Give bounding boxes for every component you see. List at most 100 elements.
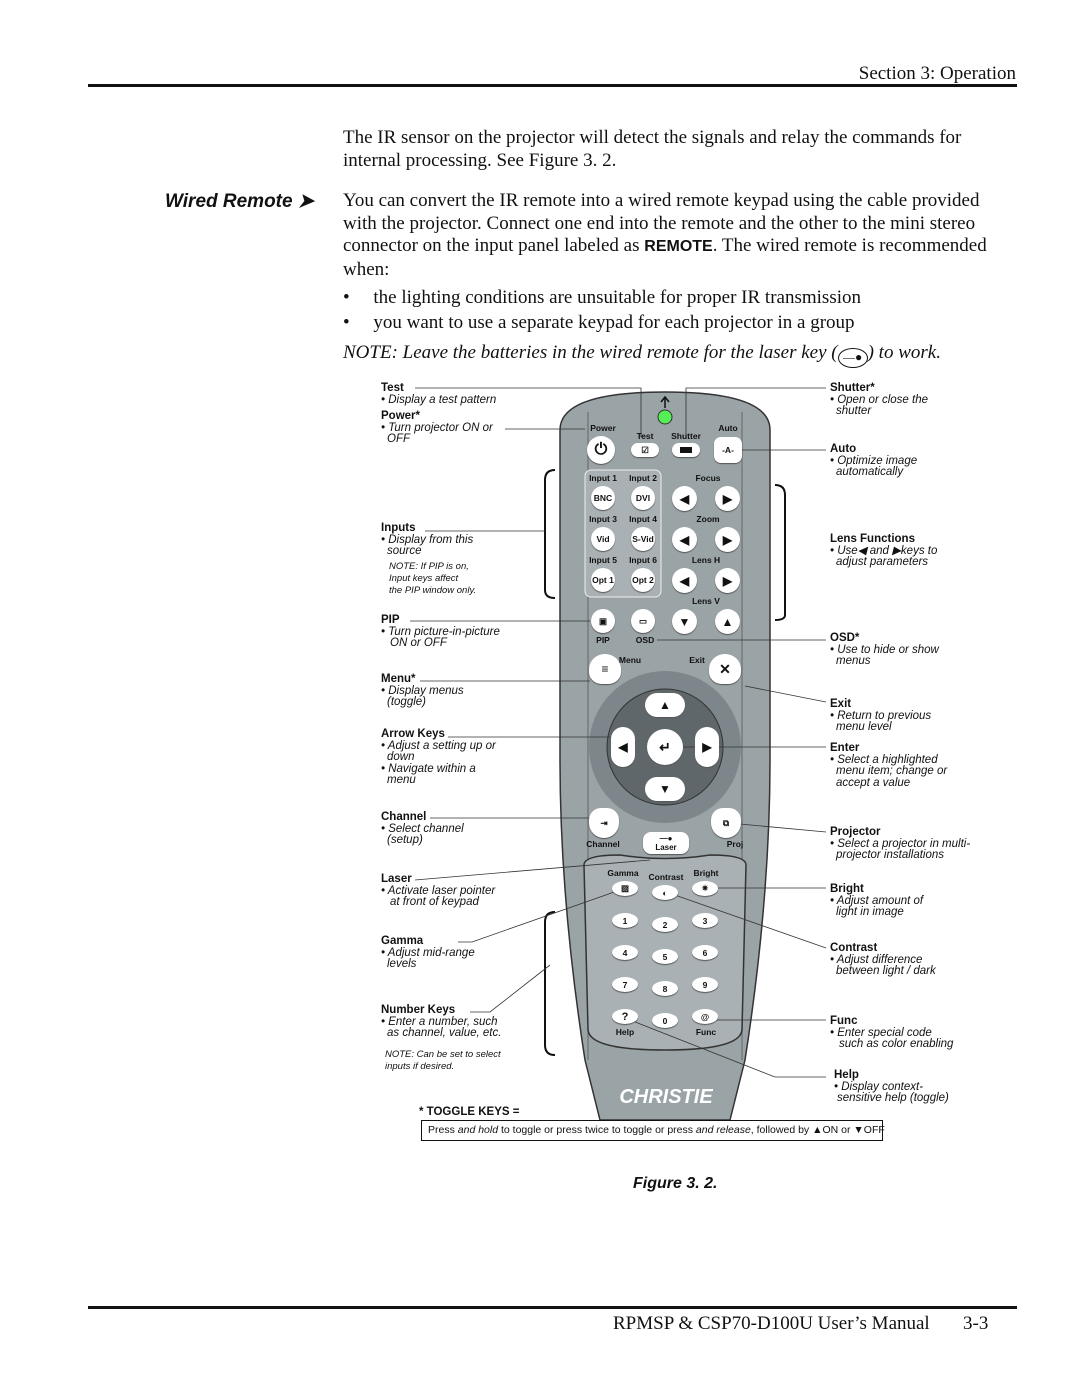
input2-label: Input 2 [629, 473, 657, 483]
test-pattern-icon: ☑ [641, 444, 649, 455]
arrow-up-button[interactable]: ▲ [645, 693, 685, 717]
page-number: 3-3 [963, 1313, 989, 1334]
focus-left-button[interactable]: ◀ [672, 486, 697, 511]
gamma-label: Gamma [607, 868, 639, 878]
shutter-icon [680, 447, 692, 453]
close-icon: ✕ [719, 660, 731, 677]
bright-button[interactable]: ✷ [692, 881, 718, 896]
digit-7-button[interactable]: 7 [612, 977, 638, 992]
christie-logo: CHRISTIE [619, 1086, 713, 1108]
digit-8-button[interactable]: 8 [652, 981, 678, 996]
arrow-left-button[interactable]: ◀ [611, 727, 635, 767]
digit-6-button[interactable]: 6 [692, 945, 718, 960]
shutter-label: Shutter [671, 431, 701, 441]
lensv-down-button[interactable]: ▼ [672, 609, 697, 634]
callout-menu: Menu* • Display menus (toggle) [381, 673, 464, 708]
svid-button[interactable]: S-Vid [631, 527, 655, 551]
callout-test: Test • Display a test pattern [381, 382, 497, 406]
callout-exit: Exit • Return to previous menu level [830, 698, 932, 733]
callout-power: Power* • Turn projector ON or OFF [381, 410, 493, 445]
gamma-icon: ▨ [620, 883, 630, 893]
zoom-label: Zoom [696, 514, 720, 524]
callout-shutter: Shutter* • Open or close the shutter [830, 382, 928, 417]
dvi-button[interactable]: DVI [631, 486, 655, 510]
help-label: Help [615, 1027, 635, 1037]
gamma-button[interactable]: ▨ [612, 881, 638, 896]
callout-pip: PIP • Turn picture-in-picture ON or OFF [381, 614, 500, 649]
callout-help: Help • Display context- sensitive help (t… [834, 1069, 949, 1104]
help-button[interactable]: ? [612, 1009, 638, 1024]
zoom-left-button[interactable]: ◀ [672, 527, 697, 552]
input4-label: Input 4 [629, 514, 657, 524]
callout-bright: Bright • Adjust amount of light in image [830, 883, 924, 918]
pip-button[interactable]: ▣ [591, 609, 615, 633]
auto-button[interactable]: -A- [714, 437, 742, 463]
footer-rule [88, 1306, 1017, 1309]
shutter-button[interactable] [672, 443, 700, 457]
callout-auto: Auto • Optimize image automatically [830, 443, 918, 478]
auto-label: Auto [718, 423, 738, 433]
bnc-button[interactable]: BNC [591, 486, 615, 510]
toggle-keys-box: Press and hold to toggle or press twice … [421, 1120, 885, 1141]
digit-1-button[interactable]: 1 [612, 913, 638, 928]
lensh-left-button[interactable]: ◀ [672, 568, 697, 593]
zoom-right-button[interactable]: ▶ [715, 527, 740, 552]
digit-9-button[interactable]: 9 [692, 977, 718, 992]
func-label: Func [695, 1027, 717, 1037]
menu-button[interactable]: ≡ [589, 654, 621, 684]
menu-icon: ≡ [601, 662, 609, 676]
projector-icon: ⧉ [722, 817, 730, 828]
lensv-up-button[interactable]: ▲ [715, 609, 740, 634]
lensh-label: Lens H [691, 555, 721, 565]
input5-label: Input 5 [589, 555, 617, 565]
input1-label: Input 1 [589, 473, 617, 483]
arrow-down-button[interactable]: ▼ [645, 777, 685, 801]
digit-0-button[interactable]: 0 [652, 1013, 678, 1028]
pip-icon: ▣ [598, 615, 608, 626]
osd-label: OSD [635, 635, 655, 645]
input3-label: Input 3 [589, 514, 617, 524]
callout-func: Func • Enter special code such as color e… [830, 1015, 954, 1050]
digit-4-button[interactable]: 4 [612, 945, 638, 960]
digit-5-button[interactable]: 5 [652, 949, 678, 964]
focus-label: Focus [695, 473, 721, 483]
exit-button[interactable]: ✕ [709, 654, 741, 684]
func-button[interactable]: @ [692, 1009, 718, 1024]
opt1-button[interactable]: Opt 1 [591, 568, 615, 592]
arrow-right-button[interactable]: ▶ [695, 727, 719, 767]
vid-button[interactable]: Vid [591, 527, 615, 551]
proj-label: Proj [726, 839, 744, 849]
contrast-icon: ◐ [662, 887, 668, 898]
channel-button[interactable]: ⇥ [589, 808, 619, 838]
callout-gamma: Gamma • Adjust mid-range levels [381, 935, 475, 970]
pip-label: PIP [596, 635, 610, 645]
test-button[interactable]: ☑ [631, 443, 659, 457]
contrast-label: Contrast [648, 872, 684, 882]
digit-2-button[interactable]: 2 [652, 917, 678, 932]
power-label: Power [590, 423, 616, 433]
spiral-icon: @ [700, 1011, 710, 1022]
opt2-button[interactable]: Opt 2 [631, 568, 655, 592]
input6-label: Input 6 [629, 555, 657, 565]
laser-button[interactable]: —● Laser [643, 832, 689, 854]
figure-caption: Figure 3. 2. [633, 1175, 718, 1192]
channel-icon: ⇥ [600, 817, 608, 828]
laser-label: Laser [655, 843, 677, 852]
power-button[interactable]: ⏻ [587, 436, 615, 464]
lensv-label: Lens V [692, 596, 720, 606]
auto-icon: -A- [722, 445, 734, 455]
channel-label: Channel [586, 839, 620, 849]
digit-3-button[interactable]: 3 [692, 913, 718, 928]
callout-arrow-keys: Arrow Keys • Adjust a setting up or down •… [381, 728, 496, 786]
callout-number-keys: Number Keys • Enter a number, such as cha… [381, 1004, 502, 1072]
projector-button[interactable]: ⧉ [711, 808, 741, 838]
lensh-right-button[interactable]: ▶ [715, 568, 740, 593]
callout-inputs: Inputs • Display from this source NOTE: If… [381, 522, 477, 596]
osd-button[interactable]: ▭ [631, 609, 655, 633]
callout-laser: Laser • Activate laser pointer at front o… [381, 873, 496, 908]
contrast-button[interactable]: ◐ [652, 885, 678, 900]
osd-icon: ▭ [638, 615, 648, 626]
focus-right-button[interactable]: ▶ [715, 486, 740, 511]
sun-icon: ✷ [701, 883, 709, 893]
enter-button[interactable]: ↵ [647, 729, 683, 765]
